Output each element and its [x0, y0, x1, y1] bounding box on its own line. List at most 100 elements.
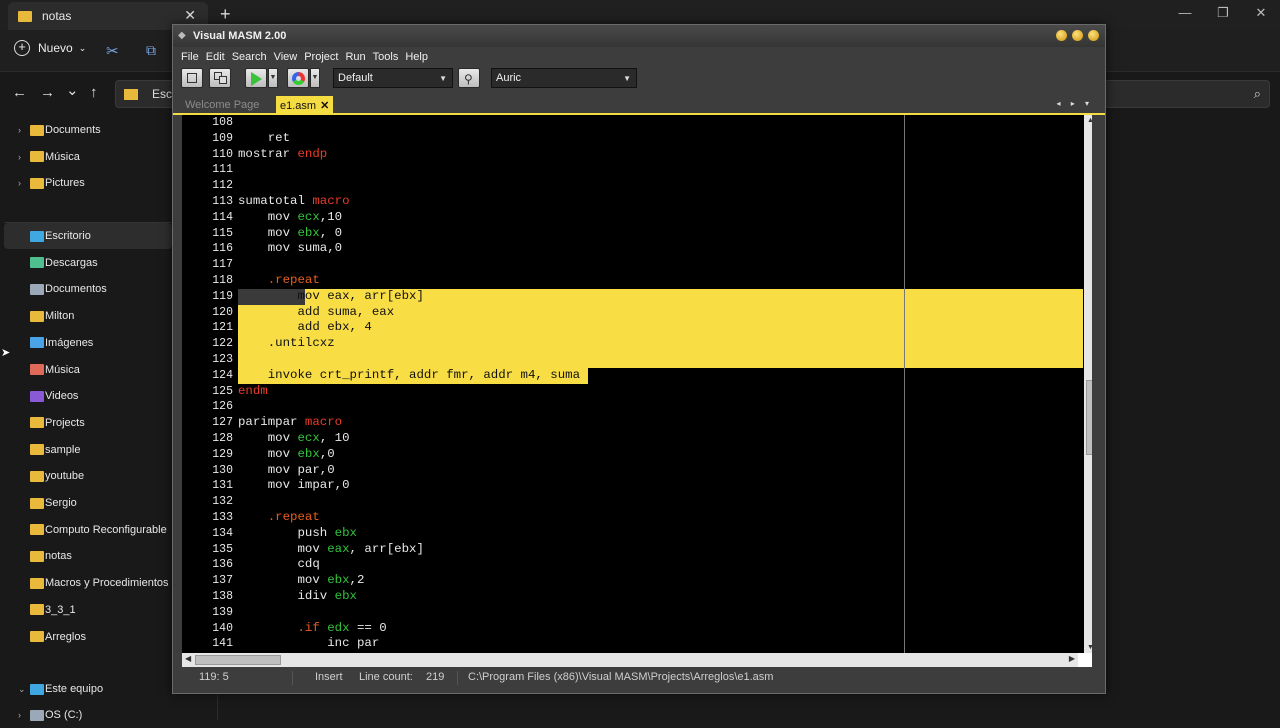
code-line[interactable]: cdq — [238, 557, 319, 573]
vm-close-button[interactable] — [1088, 30, 1099, 41]
chevron-right-icon[interactable]: › — [18, 710, 21, 720]
code-line[interactable]: mov ebx,0 — [238, 447, 335, 463]
save-button[interactable] — [181, 68, 203, 88]
code-editor[interactable]: 108 109 110 111 112 113 114 115 116 117 118 119 120 1… — [182, 115, 1092, 653]
scroll-down-icon[interactable]: ▼ — [1087, 644, 1092, 651]
code-line[interactable]: mov impar,0 — [238, 478, 350, 494]
sidebar-item[interactable]: Documentos — [4, 276, 172, 302]
tab-welcome-page[interactable]: Welcome Page — [185, 99, 259, 111]
sidebar-item[interactable]: Música — [4, 357, 172, 383]
code-line[interactable]: add ebx, 4 — [238, 320, 371, 336]
explorer-search-input[interactable]: ⌕ — [1104, 80, 1270, 108]
sidebar-item[interactable]: Sergio — [4, 490, 172, 516]
code-line[interactable]: mov eax, arr[ebx] — [238, 289, 423, 305]
chevron-right-icon[interactable]: › — [18, 152, 21, 162]
tab-navigation-arrows[interactable]: ◂ ▸ ▾ — [1057, 99, 1094, 108]
new-tab-button[interactable]: + — [220, 4, 231, 25]
horizontal-scroll-thumb[interactable] — [195, 655, 281, 665]
back-arrow-icon[interactable]: ← — [12, 84, 27, 101]
code-line[interactable]: push ebx — [238, 526, 357, 542]
code-line[interactable]: mov suma,0 — [238, 241, 342, 257]
code-line[interactable]: parimpar macro — [238, 415, 342, 431]
code-line[interactable]: sumatotal macro — [238, 194, 350, 210]
code-line[interactable]: mov par,0 — [238, 463, 335, 479]
run-button[interactable] — [245, 68, 267, 88]
chevron-right-icon[interactable]: › — [18, 125, 21, 135]
save-all-button[interactable] — [209, 68, 231, 88]
code-line[interactable]: .repeat — [238, 510, 320, 526]
menu-tools[interactable]: Tools — [373, 47, 399, 67]
code-line[interactable]: .repeat — [238, 273, 320, 289]
sidebar-item[interactable]: ⌄ Este equipo — [4, 676, 172, 702]
copy-icon[interactable]: ⧉ — [146, 42, 156, 59]
theme-select[interactable]: Auric ▼ — [491, 68, 637, 88]
sidebar-item[interactable]: Milton — [4, 303, 172, 329]
code-line[interactable]: .if edx == 0 — [238, 621, 387, 637]
sidebar-item[interactable]: Projects — [4, 410, 172, 436]
menu-project[interactable]: Project — [304, 47, 338, 67]
sidebar-item[interactable]: notas — [4, 543, 172, 569]
menu-view[interactable]: View — [274, 47, 298, 67]
vm-minimize-button[interactable] — [1056, 30, 1067, 41]
code-line[interactable]: endm — [238, 384, 268, 400]
forward-arrow-icon[interactable]: → — [40, 84, 55, 101]
vm-maximize-button[interactable] — [1072, 30, 1083, 41]
vertical-scrollbar[interactable]: ▲ ▼ — [1084, 115, 1092, 653]
sidebar-item[interactable]: sample — [4, 437, 172, 463]
build-button[interactable] — [287, 68, 309, 88]
menu-help[interactable]: Help — [405, 47, 428, 67]
menu-search[interactable]: Search — [232, 47, 267, 67]
sidebar-item[interactable]: youtube — [4, 463, 172, 489]
configuration-select[interactable]: Default ▼ — [333, 68, 453, 88]
pin-button[interactable]: ⚲ — [458, 68, 480, 88]
sidebar-item[interactable]: › OS (C:) — [4, 702, 172, 728]
code-line[interactable]: mov eax, arr[ebx] — [238, 542, 423, 558]
vm-window-buttons — [1056, 30, 1099, 41]
code-line[interactable]: idiv ebx — [238, 589, 357, 605]
code-line[interactable]: mov ecx,10 — [238, 210, 342, 226]
chevron-right-icon[interactable]: › — [18, 178, 21, 188]
build-dropdown[interactable]: ▼ — [310, 68, 320, 88]
sidebar-item[interactable]: › Música — [4, 144, 172, 170]
scroll-right-icon[interactable]: ▶ — [1069, 654, 1075, 663]
chevron-down-icon[interactable]: ⌄ — [18, 684, 26, 695]
code-line[interactable]: mov ecx, 10 — [238, 431, 350, 447]
new-button[interactable]: + Nuevo ⌄ — [14, 40, 86, 56]
sidebar-item[interactable]: Imágenes — [4, 330, 172, 356]
up-arrow-icon[interactable]: ↑ — [90, 84, 98, 101]
sidebar-item[interactable]: Descargas — [4, 250, 172, 276]
code-line[interactable]: invoke crt_printf, addr fmr, addr m4, su… — [238, 368, 580, 384]
recent-locations-icon[interactable]: ⌄ — [66, 81, 79, 99]
tab-e1-asm[interactable]: e1.asm ✕ — [276, 96, 334, 115]
code-line[interactable]: inc par — [238, 636, 379, 652]
sidebar-item[interactable]: Videos — [4, 383, 172, 409]
close-window-button[interactable]: ✕ — [1242, 0, 1280, 30]
code-line[interactable]: mostrar endp — [238, 147, 327, 163]
menu-file[interactable]: File — [181, 47, 199, 67]
scroll-up-icon[interactable]: ▲ — [1087, 117, 1092, 124]
menu-run[interactable]: Run — [345, 47, 365, 67]
code-line[interactable]: add suma, eax — [238, 305, 394, 321]
code-line[interactable]: ret — [238, 131, 290, 147]
code-line[interactable]: mov ebx, 0 — [238, 226, 342, 242]
run-dropdown[interactable]: ▼ — [268, 68, 278, 88]
cut-icon[interactable]: ✂ — [106, 42, 119, 60]
sidebar-item[interactable]: Arreglos — [4, 624, 172, 650]
horizontal-scrollbar[interactable]: ◀ ▶ — [182, 653, 1078, 667]
code-line[interactable]: .untilcxz — [238, 336, 335, 352]
close-tab-icon[interactable]: ✕ — [184, 7, 196, 24]
scroll-left-icon[interactable]: ◀ — [185, 654, 191, 663]
code-line[interactable]: mov ebx,2 — [238, 573, 364, 589]
sidebar-item[interactable]: › Pictures — [4, 170, 172, 196]
sidebar-item[interactable]: Macros y Procedimientos — [4, 570, 172, 596]
sidebar-item[interactable]: 3_3_1 — [4, 597, 172, 623]
minimize-button[interactable]: — — [1166, 0, 1204, 30]
code-area[interactable]: ret mostrar endp sumatotal macro mov ecx,1… — [238, 115, 1083, 653]
menu-edit[interactable]: Edit — [206, 47, 225, 67]
sidebar-item[interactable]: › Documents — [4, 117, 172, 143]
vertical-scroll-thumb[interactable] — [1086, 380, 1092, 455]
maximize-button[interactable]: ❐ — [1204, 0, 1242, 30]
sidebar-item[interactable]: Escritorio — [4, 223, 172, 249]
close-tab-icon[interactable]: ✕ — [320, 100, 329, 112]
sidebar-item[interactable]: Computo Reconfigurable — [4, 517, 172, 543]
